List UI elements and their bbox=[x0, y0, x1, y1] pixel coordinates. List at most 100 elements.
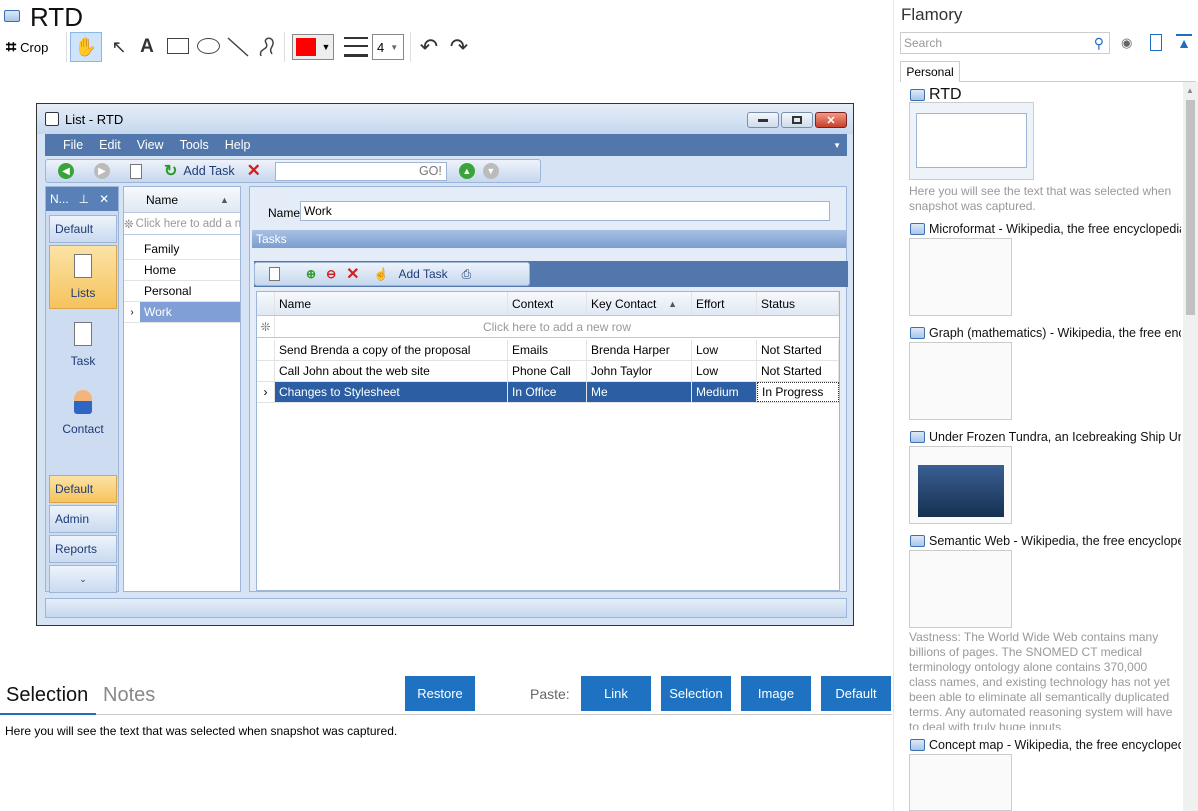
line-width-select[interactable]: 4 ▼ bbox=[372, 34, 404, 60]
snapshot-thumbnail[interactable] bbox=[909, 238, 1012, 316]
task-status: Not Started bbox=[757, 340, 839, 360]
window-title: List - RTD bbox=[65, 111, 124, 127]
line-tool-button[interactable] bbox=[226, 36, 250, 58]
menu-view: View bbox=[136, 138, 164, 152]
tab-personal[interactable]: Personal bbox=[900, 61, 960, 82]
freehand-tool-button[interactable] bbox=[256, 34, 278, 60]
color-picker[interactable]: ▼ bbox=[292, 34, 334, 60]
add-icon: ⊕ bbox=[306, 267, 317, 281]
list-item: Personal bbox=[124, 281, 240, 302]
close-icon: ✕ bbox=[826, 114, 836, 127]
paste-link-button[interactable]: Link bbox=[581, 676, 651, 711]
nav-admin: Admin bbox=[49, 505, 117, 533]
snapshot-thumbnail[interactable] bbox=[909, 550, 1012, 628]
nav-lists-label: Lists bbox=[70, 286, 96, 300]
list-item-selected: › Work bbox=[124, 302, 240, 323]
refresh-icon: ↻ bbox=[164, 163, 178, 180]
window-titlebar: List - RTD ✕ bbox=[37, 104, 853, 134]
text-icon: A bbox=[140, 36, 154, 57]
column-header-name: Name bbox=[275, 292, 508, 315]
sidebar-divider bbox=[893, 0, 894, 811]
add-task-label: Add Task bbox=[183, 164, 235, 178]
item-page-icon bbox=[910, 89, 925, 101]
hand-icon: ✋ bbox=[74, 36, 98, 57]
selection-text: Here you will see the text that was sele… bbox=[5, 724, 398, 738]
nav-contact: Contact bbox=[49, 383, 117, 443]
snapshot-title[interactable]: Concept map - Wikipedia, the free encycl… bbox=[929, 738, 1181, 752]
nav-task-label: Task bbox=[70, 354, 96, 368]
document-icon bbox=[74, 254, 92, 278]
nav-expand: ⌄ bbox=[49, 565, 117, 593]
item-page-icon bbox=[910, 327, 925, 339]
item-page-icon bbox=[910, 535, 925, 547]
undo-button[interactable]: ↶ bbox=[416, 34, 442, 60]
nav-contact-label: Contact bbox=[62, 422, 104, 436]
rectangle-tool-button[interactable] bbox=[167, 38, 189, 54]
nav-lists: Lists bbox=[49, 245, 117, 309]
tab-divider bbox=[959, 81, 1196, 82]
snapshot-thumbnail[interactable] bbox=[909, 102, 1034, 180]
nav-reports-label: Reports bbox=[55, 542, 98, 556]
task-context: Phone Call bbox=[508, 361, 587, 381]
document-icon[interactable] bbox=[1150, 34, 1162, 51]
search-icon[interactable]: ⚲ bbox=[1094, 35, 1104, 52]
search-input[interactable]: Search ⚲ bbox=[900, 32, 1110, 54]
tab-divider bbox=[0, 714, 892, 715]
nav-reports: Reports bbox=[49, 535, 117, 563]
scroll-up-icon[interactable]: ▲ bbox=[1186, 86, 1194, 95]
paste-selection-button[interactable]: Selection bbox=[661, 676, 731, 711]
task-name: Changes to Stylesheet bbox=[275, 382, 508, 402]
lists-header-label: Name bbox=[146, 192, 179, 207]
maximize-icon bbox=[792, 116, 802, 124]
column-header-key-contact-label: Key Contact bbox=[591, 296, 657, 311]
snapshot-title[interactable]: Graph (mathematics) - Wikipedia, the fre… bbox=[929, 326, 1181, 340]
snapshot-thumbnail[interactable] bbox=[909, 342, 1012, 420]
tasks-toolbar-band: ⊕ ⊖ ✕ ☝ Add Task ⎙ bbox=[254, 261, 848, 287]
color-swatch bbox=[296, 38, 316, 56]
camera-icon[interactable]: ◉ bbox=[1121, 35, 1137, 51]
add-row-icon: ❊ bbox=[257, 316, 275, 337]
tab-selection[interactable]: Selection bbox=[6, 684, 88, 707]
add-task-label: Add Task bbox=[398, 267, 448, 281]
line-width-value: 4 bbox=[377, 39, 385, 55]
sort-asc-icon: ▲ bbox=[220, 194, 229, 205]
snapshot-title[interactable]: Semantic Web - Wikipedia, the free encyc… bbox=[929, 534, 1181, 548]
row-pointer-icon: › bbox=[257, 382, 275, 402]
snapshot-thumbnail[interactable] bbox=[909, 754, 1012, 811]
maximize-button bbox=[781, 112, 813, 128]
redo-button[interactable]: ↷ bbox=[446, 34, 472, 60]
ellipse-tool-button[interactable] bbox=[197, 38, 220, 54]
table-row-selected: › Changes to Stylesheet In Office Me Med… bbox=[257, 382, 839, 403]
nav-default-top: Default bbox=[49, 215, 117, 243]
snapshot-title[interactable]: Microformat - Wikipedia, the free encycl… bbox=[929, 222, 1181, 236]
scrollbar-thumb[interactable] bbox=[1186, 100, 1195, 315]
nav-task: Task bbox=[49, 315, 117, 375]
text-tool-button[interactable]: A bbox=[136, 34, 158, 60]
lists-add-row-text: Click here to add a new bbox=[135, 217, 240, 230]
nav-header: N... ⊥ ✕ bbox=[46, 187, 118, 211]
name-label: Name bbox=[268, 206, 301, 220]
snapshot-thumbnail[interactable] bbox=[909, 446, 1012, 524]
tab-notes[interactable]: Notes bbox=[103, 684, 155, 707]
paste-default-button[interactable]: Default bbox=[821, 676, 891, 711]
line-width-icon bbox=[344, 37, 368, 57]
hand-icon: ☝ bbox=[373, 267, 389, 281]
tasks-add-row-text: Click here to add a new row bbox=[482, 319, 632, 334]
list-item: Home bbox=[124, 260, 240, 281]
restore-button[interactable]: Restore bbox=[405, 676, 475, 711]
snapshot-title[interactable]: Under Frozen Tundra, an Icebreaking Ship… bbox=[929, 430, 1181, 444]
tasks-grid: Name Context Key Contact ▲ Effort Status … bbox=[256, 291, 840, 591]
sidebar-title: Flamory bbox=[901, 5, 963, 24]
active-tab-indicator bbox=[0, 713, 96, 715]
hand-tool-button[interactable]: ✋ bbox=[70, 32, 102, 62]
snapshot-window: List - RTD ✕ File Edit View Tools Help ▼… bbox=[36, 103, 854, 626]
crop-button[interactable]: ⌗ Crop bbox=[6, 36, 48, 58]
paste-image-button[interactable]: Image bbox=[741, 676, 811, 711]
tasks-header: Tasks bbox=[252, 230, 846, 248]
sort-asc-icon: ▲ bbox=[668, 298, 677, 309]
pointer-tool-button[interactable]: ↖ bbox=[108, 34, 130, 60]
redo-icon: ↷ bbox=[449, 34, 469, 59]
new-document-icon bbox=[130, 163, 142, 179]
nav-default-bottom-label: Default bbox=[55, 482, 94, 496]
collapse-icon[interactable]: ▲ bbox=[1176, 34, 1192, 50]
